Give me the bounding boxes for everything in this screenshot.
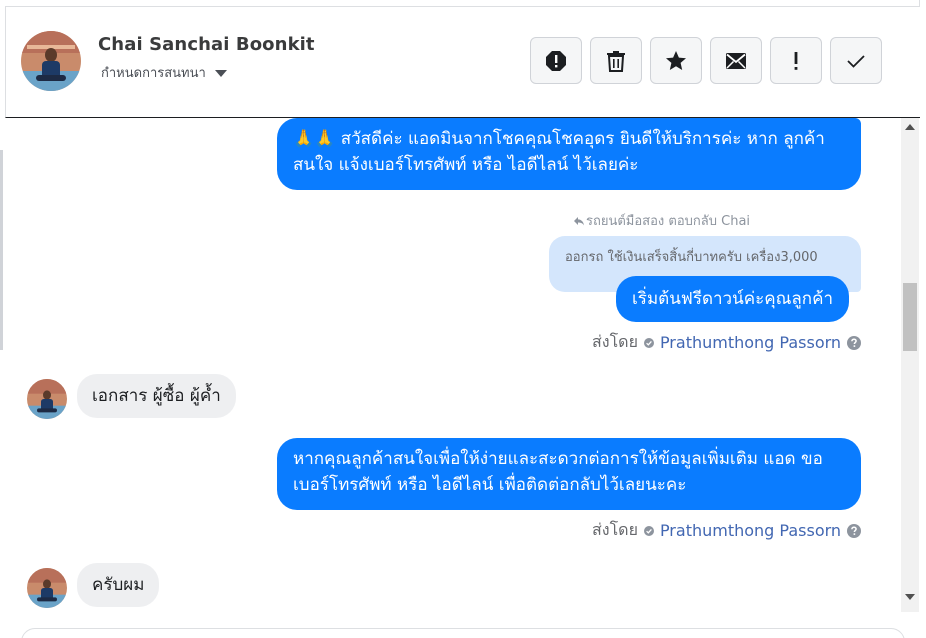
message-text: หากคุณลูกค้าสนใจเพื่อให้ง่ายและสะดวกต่อก… bbox=[293, 449, 823, 495]
pray-emoji: 🙏🙏 bbox=[293, 129, 336, 149]
conversation-settings-dropdown[interactable]: กำหนดการสนทนา bbox=[101, 62, 227, 83]
delete-button[interactable] bbox=[590, 37, 642, 84]
incoming-message[interactable]: เอกสาร ผู้ซื้อ ผู้ค้ำ bbox=[77, 374, 236, 418]
scroll-up-arrow[interactable] bbox=[901, 124, 919, 136]
star-icon bbox=[666, 50, 686, 70]
caret-down-icon bbox=[214, 70, 227, 77]
quoted-message-text: ออกรถ ใช้เงินเสร็จสิ้นกี่บาทครับ เครื่อง… bbox=[565, 250, 818, 265]
reply-indicator: รถยนต์มือสอง ตอบกลับ Chai bbox=[573, 210, 750, 231]
incoming-message[interactable]: ครับผม bbox=[77, 563, 160, 607]
help-icon[interactable] bbox=[847, 523, 862, 538]
exclamation-icon bbox=[794, 51, 798, 70]
sent-by-line: ส่งโดย Prathumthong Passorn bbox=[592, 330, 862, 355]
contact-avatar-small[interactable] bbox=[27, 568, 67, 608]
left-panel-edge bbox=[0, 150, 3, 350]
sender-name-link[interactable]: Prathumthong Passorn bbox=[660, 521, 841, 540]
verified-icon bbox=[643, 525, 654, 536]
message-thread: 🙏🙏 สวัสดีค่ะ แอดมินจากโชคคุณโชคอุดร ยินด… bbox=[5, 118, 901, 626]
alert-button[interactable] bbox=[530, 37, 582, 84]
reply-arrow-icon bbox=[574, 216, 584, 225]
sent-by-line: ส่งโดย Prathumthong Passorn bbox=[592, 518, 862, 543]
alert-circle-icon bbox=[546, 50, 566, 71]
sender-name-link[interactable]: Prathumthong Passorn bbox=[660, 333, 841, 352]
outgoing-message[interactable]: 🙏🙏 สวัสดีค่ะ แอดมินจากโชคคุณโชคอุดร ยินด… bbox=[277, 118, 861, 190]
verified-icon bbox=[643, 337, 654, 348]
contact-avatar[interactable] bbox=[21, 31, 81, 91]
thread-scrollbar[interactable] bbox=[901, 118, 919, 612]
outgoing-message[interactable]: หากคุณลูกค้าสนใจเพื่อให้ง่ายและสะดวกต่อก… bbox=[277, 438, 861, 510]
contact-name[interactable]: Chai Sanchai Boonkit bbox=[98, 34, 315, 55]
mark-done-button[interactable] bbox=[830, 37, 882, 84]
envelope-icon bbox=[726, 52, 746, 69]
conversation-settings-label: กำหนดการสนทนา bbox=[101, 66, 206, 81]
message-text: เริ่มต้นฟรีดาวน์ค่ะคุณลูกค้า bbox=[632, 289, 834, 309]
message-text: เอกสาร ผู้ซื้อ ผู้ค้ำ bbox=[92, 386, 221, 406]
sent-by-label: ส่งโดย bbox=[592, 520, 638, 539]
help-icon[interactable] bbox=[847, 335, 862, 350]
outgoing-message[interactable]: เริ่มต้นฟรีดาวน์ค่ะคุณลูกค้า bbox=[616, 276, 850, 322]
message-composer[interactable] bbox=[21, 628, 905, 638]
important-button[interactable] bbox=[770, 37, 822, 84]
checkmark-icon bbox=[847, 54, 865, 68]
triangle-down-icon bbox=[905, 594, 915, 600]
scroll-down-arrow[interactable] bbox=[901, 594, 919, 606]
message-text: ครับผม bbox=[92, 575, 145, 595]
scrollbar-thumb[interactable] bbox=[903, 283, 917, 351]
message-text: สวัสดีค่ะ แอดมินจากโชคคุณโชคอุดร ยินดีให… bbox=[293, 129, 825, 175]
star-button[interactable] bbox=[650, 37, 702, 84]
header-toolbar bbox=[530, 37, 882, 84]
sent-by-label: ส่งโดย bbox=[592, 332, 638, 351]
conversation-header: Chai Sanchai Boonkit กำหนดการสนทนา bbox=[5, 7, 920, 118]
contact-avatar-small[interactable] bbox=[27, 379, 67, 419]
mark-unread-button[interactable] bbox=[710, 37, 762, 84]
trash-icon bbox=[607, 50, 625, 72]
triangle-up-icon bbox=[905, 124, 915, 130]
reply-note-text: รถยนต์มือสอง ตอบกลับ Chai bbox=[586, 214, 751, 229]
